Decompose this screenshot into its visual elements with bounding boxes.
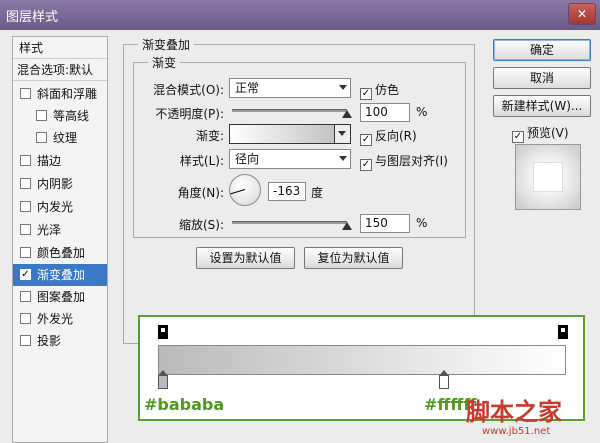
chevron-down-icon: [339, 85, 347, 90]
window-title: 图层样式: [6, 10, 59, 25]
style-preview-square: [533, 162, 563, 192]
style-item-checkbox[interactable]: [20, 155, 31, 166]
style-item-checkbox[interactable]: [36, 132, 47, 143]
style-select[interactable]: 径向: [229, 149, 351, 169]
style-label: 样式(L):: [179, 154, 224, 168]
opacity-label: 不透明度(P):: [155, 107, 224, 121]
dither-label: 仿色: [375, 83, 400, 97]
style-item-bevel[interactable]: 斜面和浮雕: [13, 83, 107, 105]
style-item-label: 颜色叠加: [37, 246, 86, 260]
opacity-stop-left[interactable]: [158, 325, 168, 339]
scale-unit: %: [416, 216, 428, 230]
style-item-contour[interactable]: 等高线: [13, 105, 107, 127]
style-item-checkbox[interactable]: [20, 335, 31, 346]
style-item-label: 内发光: [37, 200, 74, 214]
scale-input[interactable]: 150: [360, 214, 410, 233]
style-preview-thumbnail: [515, 144, 581, 210]
style-item-checkbox[interactable]: [20, 88, 31, 99]
blend-mode-select[interactable]: 正常: [229, 78, 351, 98]
style-item-checkbox[interactable]: [20, 224, 31, 235]
angle-input[interactable]: -163: [268, 182, 306, 201]
scale-slider-track[interactable]: [232, 221, 347, 224]
reverse-checkbox[interactable]: ✓ 反向(R): [360, 127, 417, 146]
angle-dial[interactable]: [229, 174, 261, 206]
style-item-label: 内阴影: [37, 177, 74, 191]
style-item-label: 渐变叠加: [37, 268, 86, 282]
style-item-label: 图案叠加: [37, 290, 86, 304]
set-default-button[interactable]: 设置为默认值: [196, 247, 295, 269]
style-item-label: 纹理: [53, 131, 78, 145]
style-item-checkbox[interactable]: [36, 110, 47, 121]
style-item-texture[interactable]: 纹理: [13, 127, 107, 149]
reverse-label: 反向(R): [375, 129, 417, 143]
gradient-picker[interactable]: [229, 124, 351, 144]
gradient-bar[interactable]: [158, 345, 566, 375]
cancel-button[interactable]: 取消: [493, 67, 591, 89]
style-item-label: 斜面和浮雕: [37, 87, 98, 101]
style-item-outer-glow[interactable]: 外发光: [13, 308, 107, 330]
window-titlebar: 图层样式 ✕: [0, 0, 600, 30]
style-item-checkbox-checked[interactable]: ✓: [20, 269, 31, 280]
reset-default-button[interactable]: 复位为默认值: [304, 247, 403, 269]
blend-options-item[interactable]: 混合选项:默认: [13, 59, 107, 81]
opacity-input[interactable]: 100: [360, 103, 410, 122]
style-item-drop-shadow[interactable]: 投影: [13, 330, 107, 352]
style-item-pattern-overlay[interactable]: 图案叠加: [13, 286, 107, 308]
blend-mode-value: 正常: [235, 81, 260, 95]
style-item-label: 光泽: [37, 223, 62, 237]
opacity-slider-track[interactable]: [232, 109, 347, 112]
styles-list: 样式 混合选项:默认 斜面和浮雕 等高线 纹理 描边 内阴影 内发光 光泽 颜色…: [12, 36, 108, 443]
close-icon[interactable]: ✕: [568, 3, 596, 25]
style-item-inner-shadow[interactable]: 内阴影: [13, 173, 107, 195]
color-stop-left[interactable]: [158, 370, 168, 389]
angle-unit: 度: [311, 186, 324, 200]
new-style-button[interactable]: 新建样式(W)...: [493, 95, 591, 117]
opacity-unit: %: [416, 105, 428, 119]
style-item-checkbox[interactable]: [20, 291, 31, 302]
gradient-subgroup-title: 渐变: [148, 54, 181, 71]
blend-mode-label: 混合模式(O):: [153, 83, 224, 97]
watermark-url: www.jb51.net: [482, 426, 551, 437]
style-value: 径向: [235, 152, 260, 166]
checkmark-icon: ✓: [360, 88, 372, 100]
opacity-slider-thumb[interactable]: [342, 110, 352, 118]
preview-label: 预览(V): [527, 126, 569, 140]
watermark-logo: 脚本之家: [466, 397, 562, 426]
align-label: 与图层对齐(I): [375, 154, 448, 168]
angle-label: 角度(N):: [177, 186, 224, 200]
preview-checkbox[interactable]: ✓ 预览(V): [512, 124, 569, 143]
scale-label: 缩放(S):: [178, 218, 224, 232]
gradient-label: 渐变:: [195, 129, 224, 143]
scale-slider-thumb[interactable]: [342, 222, 352, 230]
checkmark-icon: ✓: [360, 134, 372, 146]
style-item-checkbox[interactable]: [20, 201, 31, 212]
style-item-checkbox[interactable]: [20, 247, 31, 258]
style-item-stroke[interactable]: 描边: [13, 150, 107, 172]
color-stop-right[interactable]: [438, 370, 449, 389]
style-item-label: 投影: [37, 334, 62, 348]
dither-checkbox[interactable]: ✓ 仿色: [360, 81, 399, 100]
style-item-checkbox[interactable]: [20, 313, 31, 324]
style-item-satin[interactable]: 光泽: [13, 219, 107, 241]
style-item-inner-glow[interactable]: 内发光: [13, 196, 107, 218]
style-item-gradient-overlay[interactable]: ✓ 渐变叠加: [13, 264, 107, 286]
style-item-label: 等高线: [53, 109, 90, 123]
gradient-overlay-title: 渐变叠加: [138, 36, 195, 53]
styles-header[interactable]: 样式: [13, 37, 107, 59]
style-item-color-overlay[interactable]: 颜色叠加: [13, 242, 107, 264]
left-color-label: #bababa: [144, 395, 225, 414]
checkmark-icon: ✓: [512, 131, 524, 143]
style-item-label: 外发光: [37, 312, 74, 326]
align-checkbox[interactable]: ✓ 与图层对齐(I): [360, 152, 448, 171]
gradient-picker-button[interactable]: [334, 125, 350, 143]
chevron-down-icon: [338, 131, 346, 136]
chevron-down-icon: [339, 156, 347, 161]
style-item-label: 描边: [37, 154, 62, 168]
angle-needle: [230, 189, 245, 195]
ok-button[interactable]: 确定: [493, 39, 591, 61]
style-item-checkbox[interactable]: [20, 178, 31, 189]
opacity-stop-right[interactable]: [558, 325, 568, 339]
checkmark-icon: ✓: [360, 159, 372, 171]
